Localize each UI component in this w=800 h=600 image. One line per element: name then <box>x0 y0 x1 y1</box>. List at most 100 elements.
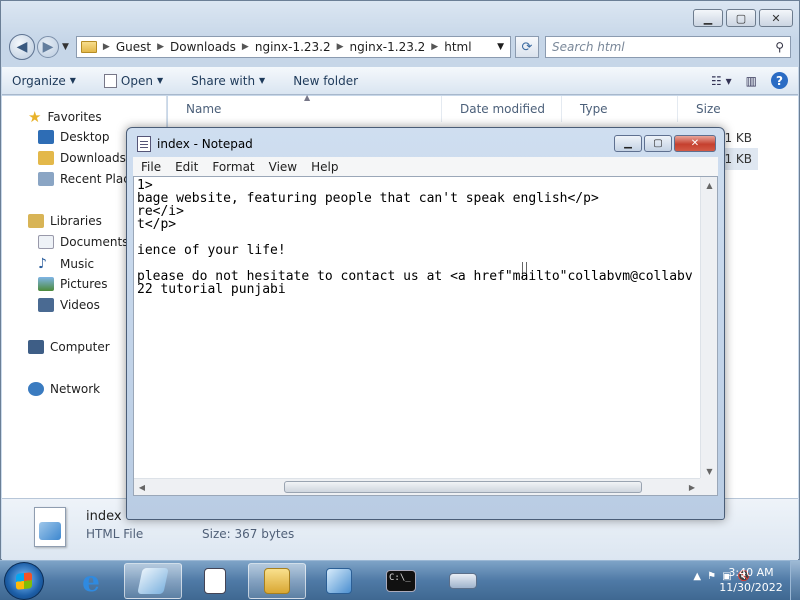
address-bar[interactable]: ▶ Guest ▶ Downloads ▶ nginx-1.23.2 ▶ ngi… <box>75 36 511 58</box>
star-icon: ★ <box>28 108 42 126</box>
notepad-window: index - Notepad ▁ ▢ ✕ File Edit Format V… <box>126 127 725 520</box>
nav-item-desktop[interactable]: Desktop <box>38 130 110 144</box>
column-header-size[interactable]: Size <box>678 96 758 122</box>
help-icon[interactable]: ? <box>771 72 788 89</box>
forward-button[interactable]: ▶ <box>37 36 59 58</box>
internet-explorer-icon: e <box>82 564 100 598</box>
open-label: Open <box>120 73 153 88</box>
nav-label: Favorites <box>47 110 102 124</box>
close-button[interactable]: ✕ <box>759 9 793 27</box>
start-button[interactable] <box>4 562 44 600</box>
new-folder-button[interactable]: New folder <box>293 74 358 88</box>
text-line[interactable]: re</i> <box>137 205 693 218</box>
search-icon[interactable]: ⚲ <box>775 40 784 54</box>
computer-icon <box>28 340 44 354</box>
nav-item-music[interactable]: ♪ Music <box>38 256 94 272</box>
taskbar-keyboard[interactable] <box>434 563 492 599</box>
text-editor[interactable]: 1> bage website, featuring people that ca… <box>133 176 718 496</box>
breadcrumb-separator-icon[interactable]: ▶ <box>240 42 251 52</box>
file-row-size[interactable]: 1 KB <box>724 131 752 145</box>
scroll-right-icon[interactable]: ▶ <box>684 479 700 495</box>
minimize-button[interactable]: ▁ <box>614 135 642 152</box>
taskbar-notepad[interactable] <box>124 563 182 599</box>
folder-app-icon <box>264 568 290 594</box>
scroll-up-icon[interactable]: ▲ <box>701 177 717 193</box>
taskbar-document[interactable] <box>186 563 244 599</box>
breadcrumb-downloads[interactable]: Downloads <box>166 40 240 54</box>
column-label: Date modified <box>460 102 546 116</box>
nav-item-downloads[interactable]: Downloads <box>38 151 126 165</box>
organize-button[interactable]: Organize ▼ <box>12 74 76 88</box>
libraries-icon <box>28 214 44 228</box>
maximize-button[interactable]: ▢ <box>644 135 672 152</box>
view-controls: ☷ ▾ ▥ ? <box>711 72 788 89</box>
address-dropdown-icon[interactable]: ▼ <box>497 42 504 52</box>
refresh-button[interactable]: ⟳ <box>515 36 539 58</box>
menu-edit[interactable]: Edit <box>175 160 198 174</box>
command-prompt-icon: C:\_ <box>386 570 416 592</box>
taskbar-control-panel[interactable] <box>310 563 368 599</box>
menu-file[interactable]: File <box>141 160 161 174</box>
breadcrumb-separator-icon[interactable]: ▶ <box>155 42 166 52</box>
text-content[interactable]: 1> bage website, featuring people that ca… <box>137 179 693 296</box>
nav-label: Downloads <box>60 151 126 165</box>
scroll-left-icon[interactable]: ◀ <box>134 479 150 495</box>
chevron-down-icon: ▼ <box>69 76 76 85</box>
show-desktop-button[interactable] <box>790 561 800 600</box>
minimize-button[interactable]: ▁ <box>693 9 723 27</box>
menu-view[interactable]: View <box>269 160 297 174</box>
clock-date: 11/30/2022 <box>719 581 783 594</box>
nav-item-libraries[interactable]: Libraries <box>28 214 102 228</box>
menu-help[interactable]: Help <box>311 160 338 174</box>
taskbar-command-prompt[interactable]: C:\_ <box>372 563 430 599</box>
taskbar: e C:\_ ▲ ⚑ ▣ 🔇 3:40 AM 11/30/2022 <box>0 560 800 600</box>
details-file-name: index <box>86 509 122 524</box>
text-line[interactable]: ience of your life! <box>137 244 693 257</box>
column-header-name[interactable]: Name ▲ <box>168 93 442 122</box>
breadcrumb-separator-icon[interactable]: ▶ <box>335 42 346 52</box>
nav-item-pictures[interactable]: Pictures <box>38 277 108 291</box>
scroll-down-icon[interactable]: ▼ <box>701 463 717 479</box>
nav-item-computer[interactable]: Computer <box>28 340 110 354</box>
column-header-type[interactable]: Type <box>562 96 678 122</box>
close-button[interactable]: ✕ <box>674 135 716 152</box>
search-input[interactable]: Search html ⚲ <box>545 36 791 58</box>
horizontal-scroll-thumb[interactable] <box>284 481 642 493</box>
documents-icon <box>38 235 54 249</box>
network-icon <box>28 382 44 396</box>
breadcrumb-separator-icon[interactable]: ▶ <box>101 42 112 52</box>
nav-label: Network <box>50 382 101 396</box>
scrollbar-corner <box>700 478 717 495</box>
preview-pane-icon[interactable]: ▥ <box>746 74 757 88</box>
maximize-button[interactable]: ▢ <box>726 9 756 27</box>
music-icon: ♪ <box>38 256 47 272</box>
clock[interactable]: 3:40 AM 11/30/2022 <box>710 565 792 595</box>
menu-format[interactable]: Format <box>212 160 254 174</box>
text-line[interactable]: 22 tutorial punjabi <box>137 283 693 296</box>
horizontal-scrollbar[interactable]: ◀ ▶ <box>134 478 700 495</box>
show-hidden-icons[interactable]: ▲ <box>693 571 701 582</box>
nav-item-documents[interactable]: Documents <box>38 235 128 249</box>
nav-item-network[interactable]: Network <box>28 382 100 396</box>
back-button[interactable]: ◀ <box>9 34 35 60</box>
open-button[interactable]: Open ▼ <box>103 73 163 88</box>
breadcrumb-nginx-inner[interactable]: nginx-1.23.2 <box>346 40 430 54</box>
taskbar-internet-explorer[interactable]: e <box>62 563 120 599</box>
view-options-icon[interactable]: ☷ ▾ <box>711 74 732 88</box>
nav-item-videos[interactable]: Videos <box>38 298 100 312</box>
taskbar-explorer[interactable] <box>248 563 306 599</box>
share-with-button[interactable]: Share with ▼ <box>191 74 265 88</box>
file-row-size[interactable]: 1 KB <box>724 152 752 166</box>
text-line[interactable]: t</p> <box>137 218 693 231</box>
text-line[interactable]: bage website, featuring people that can'… <box>137 192 693 205</box>
breadcrumb-html[interactable]: html <box>440 40 475 54</box>
vertical-scrollbar[interactable]: ▲ ▼ <box>700 177 717 479</box>
nav-item-favorites[interactable]: ★ Favorites <box>28 108 102 126</box>
column-header-date-modified[interactable]: Date modified <box>442 96 562 122</box>
recent-pages-dropdown[interactable]: ▼ <box>62 42 69 52</box>
nav-label: Desktop <box>60 130 110 144</box>
breadcrumb-separator-icon[interactable]: ▶ <box>429 42 440 52</box>
breadcrumb-nginx[interactable]: nginx-1.23.2 <box>251 40 335 54</box>
breadcrumb-guest[interactable]: Guest <box>112 40 155 54</box>
sort-arrow-icon: ▲ <box>304 93 311 102</box>
